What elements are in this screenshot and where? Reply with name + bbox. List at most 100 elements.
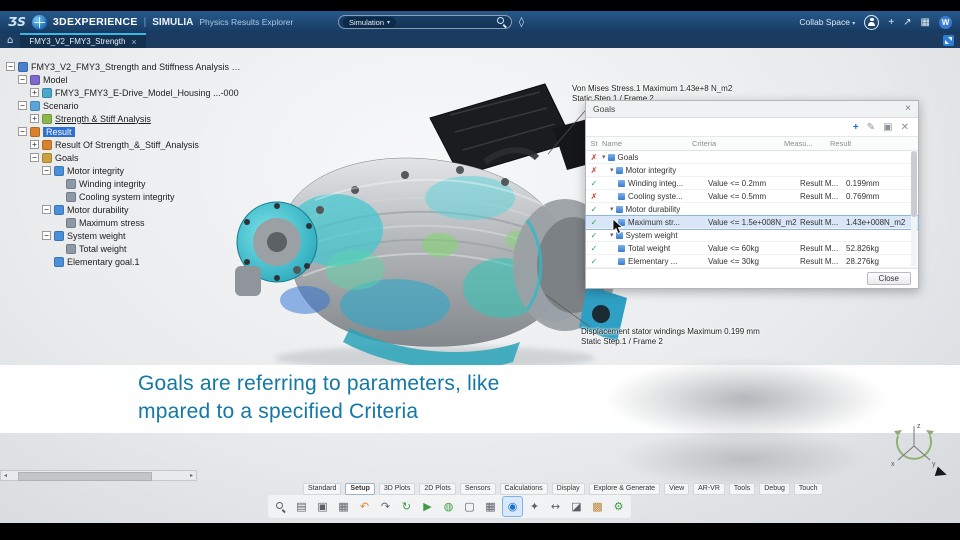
ribbon-tab-touch[interactable]: Touch: [793, 483, 823, 495]
horizontal-scrollbar[interactable]: ◂ ▸: [0, 470, 197, 481]
scroll-right-icon[interactable]: ▸: [187, 472, 196, 479]
expand-icon[interactable]: +: [30, 140, 39, 149]
tree-item-winding-integrity[interactable]: Winding integrity: [2, 177, 242, 190]
tree-item-maximum-stress[interactable]: Maximum stress: [2, 216, 242, 229]
tree-item-scenario[interactable]: − Scenario: [2, 99, 242, 112]
share-icon[interactable]: ↗: [903, 17, 911, 28]
goals-row-motor-durability[interactable]: ✓ ▾ Motor durability: [586, 203, 918, 216]
tree-item-edrive-housing[interactable]: + FMY3_FMY3_E-Drive_Model_Housing ...-000: [2, 86, 242, 99]
display-icon[interactable]: ▢: [460, 497, 479, 516]
ribbon-tab-explore-generate[interactable]: Explore & Generate: [588, 483, 661, 495]
caret-down-icon[interactable]: ▾: [602, 153, 606, 161]
scrollbar-thumb[interactable]: [18, 472, 152, 481]
expand-icon[interactable]: +: [30, 88, 39, 97]
goals-row-cooling-system[interactable]: ✗ Cooling syste... Value <= 0.5mm Result M.…: [586, 190, 918, 203]
tree-item-analysis-root[interactable]: − FMY3_V2_FMY3_Strength and Stiffness Ana…: [2, 60, 242, 73]
ribbon-tab-sensors[interactable]: Sensors: [459, 483, 496, 495]
dassault-3ds-logo[interactable]: ƷS: [8, 15, 26, 29]
search-input[interactable]: [400, 17, 493, 27]
tree-item-motor-durability[interactable]: − Motor durability: [2, 203, 242, 216]
user-avatar[interactable]: W: [939, 15, 952, 29]
add-goal-icon[interactable]: +: [853, 122, 859, 133]
refresh-icon[interactable]: ↻: [397, 497, 416, 516]
user-profile-icon[interactable]: [864, 14, 880, 30]
tree-item-cooling-system-integrity[interactable]: Cooling system integrity: [2, 190, 242, 203]
ribbon-tab-setup[interactable]: Setup: [345, 483, 375, 495]
tree-item-model[interactable]: − Model: [2, 73, 242, 86]
goals-row-total-weight[interactable]: ✓ Total weight Value <= 60kg Result M... 52.…: [586, 242, 918, 255]
3d-viewport[interactable]: Von Mises Stress.1 Maximum 1.43e+8 N_m2 …: [0, 48, 960, 523]
3dexperience-compass-icon[interactable]: [31, 14, 47, 30]
tree-item-system-weight[interactable]: − System weight: [2, 229, 242, 242]
ribbon-tab-view[interactable]: View: [664, 483, 690, 495]
tree-item-result-of-analysis[interactable]: + Result Of Strength_&_Stiff_Analysis: [2, 138, 242, 151]
ribbon-tab-display[interactable]: Display: [551, 483, 585, 495]
undo-icon[interactable]: ↶: [355, 497, 374, 516]
scroll-left-icon[interactable]: ◂: [1, 472, 10, 479]
collapse-icon[interactable]: −: [42, 166, 51, 175]
axes-icon[interactable]: ↔: [546, 497, 565, 516]
ribbon-tab-debug[interactable]: Debug: [759, 483, 790, 495]
search-icon[interactable]: [497, 17, 507, 27]
tree-item-goals[interactable]: − Goals: [2, 151, 242, 164]
settings-gear-icon[interactable]: ⚙: [609, 497, 628, 516]
home-icon[interactable]: ⌂: [7, 35, 13, 46]
goals-row-goals[interactable]: ✗ ▾ Goals: [586, 151, 918, 164]
column-status[interactable]: St: [586, 139, 602, 148]
ribbon-tab-calculations[interactable]: Calculations: [499, 483, 548, 495]
scrollbar-thumb[interactable]: [911, 151, 917, 217]
tree-item-strength-stiff-analysis[interactable]: + Strength & Stiff Analysis: [2, 112, 242, 125]
tree-item-motor-integrity[interactable]: − Motor integrity: [2, 164, 242, 177]
tree-item-total-weight[interactable]: Total weight: [2, 242, 242, 255]
catalog-icon[interactable]: ▤: [292, 497, 311, 516]
collapse-icon[interactable]: −: [18, 75, 27, 84]
tree-item-elementary-goal-1[interactable]: Elementary goal.1: [2, 255, 242, 268]
section-icon[interactable]: ◪: [567, 497, 586, 516]
mesh-icon[interactable]: ▩: [588, 497, 607, 516]
play-icon[interactable]: ▶: [418, 497, 437, 516]
duplicate-goal-icon[interactable]: ▣: [883, 122, 892, 133]
goals-panel-header[interactable]: Goals ×: [586, 101, 918, 118]
caret-down-icon[interactable]: ▾: [610, 205, 614, 213]
paste-icon[interactable]: ▦: [334, 497, 353, 516]
copy-icon[interactable]: ▣: [313, 497, 332, 516]
tag-icon[interactable]: ◊: [519, 17, 524, 28]
apps-grid-icon[interactable]: ▦: [921, 17, 930, 28]
ribbon-tab-ar-vr[interactable]: AR-VR: [693, 483, 725, 495]
panel-scrollbar[interactable]: [911, 149, 917, 266]
column-measure[interactable]: Measu...: [784, 139, 830, 148]
close-button[interactable]: Close: [866, 272, 911, 285]
column-result[interactable]: Result: [830, 139, 902, 148]
goals-row-winding-integrity[interactable]: ✓ Winding integ... Value <= 0.2mm Result M.…: [586, 177, 918, 190]
collapse-icon[interactable]: −: [6, 62, 15, 71]
close-panel-icon[interactable]: ×: [905, 104, 911, 114]
expand-icon[interactable]: +: [30, 114, 39, 123]
pointer-icon[interactable]: ✦: [525, 497, 544, 516]
zoom-icon[interactable]: [271, 497, 290, 516]
table-icon[interactable]: ▦: [481, 497, 500, 516]
caret-down-icon[interactable]: ▾: [610, 166, 614, 174]
document-tab[interactable]: FMY3_V2_FMY3_Strength ×: [20, 33, 146, 48]
redo-icon[interactable]: ↷: [376, 497, 395, 516]
ribbon-tab-2d-plots[interactable]: 2D Plots: [419, 483, 456, 495]
column-criteria[interactable]: Criteria: [692, 139, 784, 148]
tree-item-result[interactable]: − Result: [2, 125, 242, 138]
ribbon-tab-tools[interactable]: Tools: [728, 483, 756, 495]
ribbon-tab-standard[interactable]: Standard: [303, 483, 342, 495]
globe-icon[interactable]: ◍: [439, 497, 458, 516]
add-icon[interactable]: +: [888, 17, 894, 28]
close-tab-icon[interactable]: ×: [131, 37, 136, 47]
collapse-icon[interactable]: −: [30, 153, 39, 162]
expand-view-icon[interactable]: [943, 35, 954, 46]
collapse-icon[interactable]: −: [42, 205, 51, 214]
collapse-icon[interactable]: −: [18, 101, 27, 110]
scrollbar-track[interactable]: [10, 471, 187, 481]
goals-row-maximum-stress[interactable]: ✓ Maximum str... Value <= 1.5e+008N_m2 Resu…: [585, 215, 919, 230]
ribbon-tab-3d-plots[interactable]: 3D Plots: [378, 483, 416, 495]
search-scope-dropdown[interactable]: Simulation ▾: [343, 16, 397, 28]
collab-space-dropdown[interactable]: Collab Space ▾: [799, 17, 855, 27]
delete-goal-icon[interactable]: ✕: [901, 122, 909, 133]
goals-row-motor-integrity[interactable]: ✗ ▾ Motor integrity: [586, 164, 918, 177]
edit-goal-icon[interactable]: ✎: [867, 122, 875, 133]
goals-row-elementary[interactable]: ✓ Elementary ... Value <= 30kg Result M... 2…: [586, 255, 918, 268]
